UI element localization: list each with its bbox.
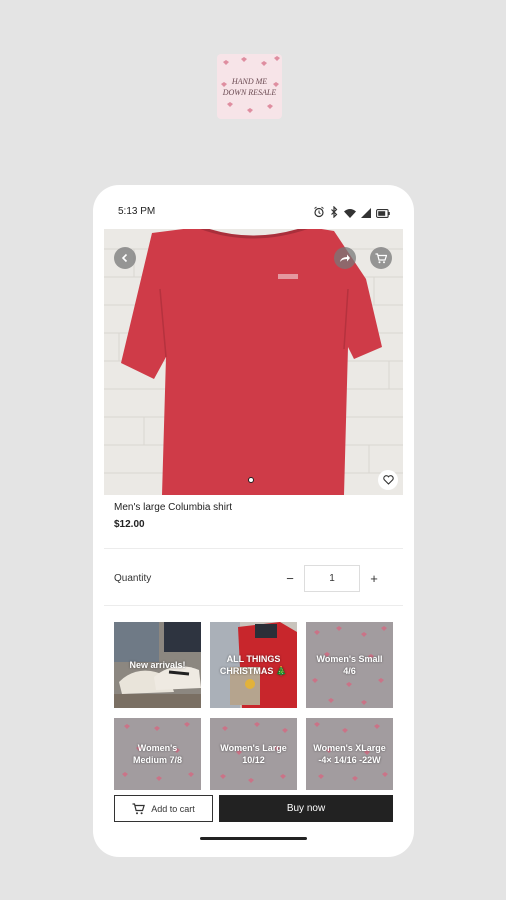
add-to-cart-label: Add to cart xyxy=(151,803,195,814)
store-logo: HAND ME DOWN RESALE xyxy=(217,54,282,119)
quantity-input[interactable] xyxy=(304,565,360,592)
heart-icon xyxy=(382,475,394,485)
logo-text: HAND ME DOWN RESALE xyxy=(222,76,277,97)
product-title: Men's large Columbia shirt xyxy=(114,502,233,513)
quantity-stepper: − + xyxy=(276,565,392,592)
cart-icon xyxy=(132,802,146,814)
category-label: Women's XLarge -4× 14/16 -22W xyxy=(313,743,386,765)
buy-now-label: Buy now xyxy=(286,803,326,814)
cart-icon xyxy=(375,252,387,263)
alarm-icon xyxy=(313,205,325,223)
category-label: Women's Large 10/12 xyxy=(220,743,287,765)
chevron-left-icon xyxy=(121,253,128,263)
wifi-icon xyxy=(344,205,356,223)
product-photo xyxy=(104,229,403,495)
divider xyxy=(104,548,403,549)
status-icons xyxy=(313,205,390,223)
category-tile[interactable]: Women's Small 4/6 xyxy=(306,622,393,708)
category-tile[interactable]: New arrivals! xyxy=(114,622,201,708)
category-grid: New arrivals! ALL THINGS CHRISTMAS 🎄 Wom… xyxy=(114,622,393,790)
back-button[interactable] xyxy=(114,247,136,269)
signal-icon xyxy=(361,205,371,223)
quantity-increase-button[interactable]: + xyxy=(360,565,388,592)
category-label: Women's Medium 7/8 xyxy=(132,743,182,765)
bluetooth-icon xyxy=(330,205,339,223)
product-image[interactable] xyxy=(104,229,403,495)
battery-icon xyxy=(376,205,390,223)
quantity-label: Quantity xyxy=(114,573,152,584)
share-icon xyxy=(340,254,350,262)
category-tile[interactable]: Women's XLarge -4× 14/16 -22W xyxy=(306,718,393,790)
quantity-decrease-button[interactable]: − xyxy=(276,565,304,592)
image-pager-dot[interactable] xyxy=(248,477,254,483)
home-indicator[interactable] xyxy=(200,837,307,840)
phone-frame: 5:13 PM Men's large Columbia shirt $12.0… xyxy=(93,185,414,857)
category-label: New arrivals! xyxy=(129,660,186,670)
buy-now-button[interactable]: Buy now xyxy=(219,795,393,822)
category-label: Women's Small 4/6 xyxy=(316,654,383,676)
category-tile[interactable]: ALL THINGS CHRISTMAS 🎄 xyxy=(210,622,297,708)
status-time: 5:13 PM xyxy=(118,206,156,217)
category-tile[interactable]: Women's Medium 7/8 xyxy=(114,718,201,790)
share-button[interactable] xyxy=(334,247,356,269)
status-bar: 5:13 PM xyxy=(93,185,414,229)
divider xyxy=(104,605,403,606)
category-tile[interactable]: Women's Large 10/12 xyxy=(210,718,297,790)
category-label: ALL THINGS CHRISTMAS 🎄 xyxy=(219,654,288,676)
product-price: $12.00 xyxy=(114,519,145,530)
add-to-cart-button[interactable]: Add to cart xyxy=(114,795,213,822)
cart-button[interactable] xyxy=(370,247,392,269)
favorite-button[interactable] xyxy=(378,470,398,490)
